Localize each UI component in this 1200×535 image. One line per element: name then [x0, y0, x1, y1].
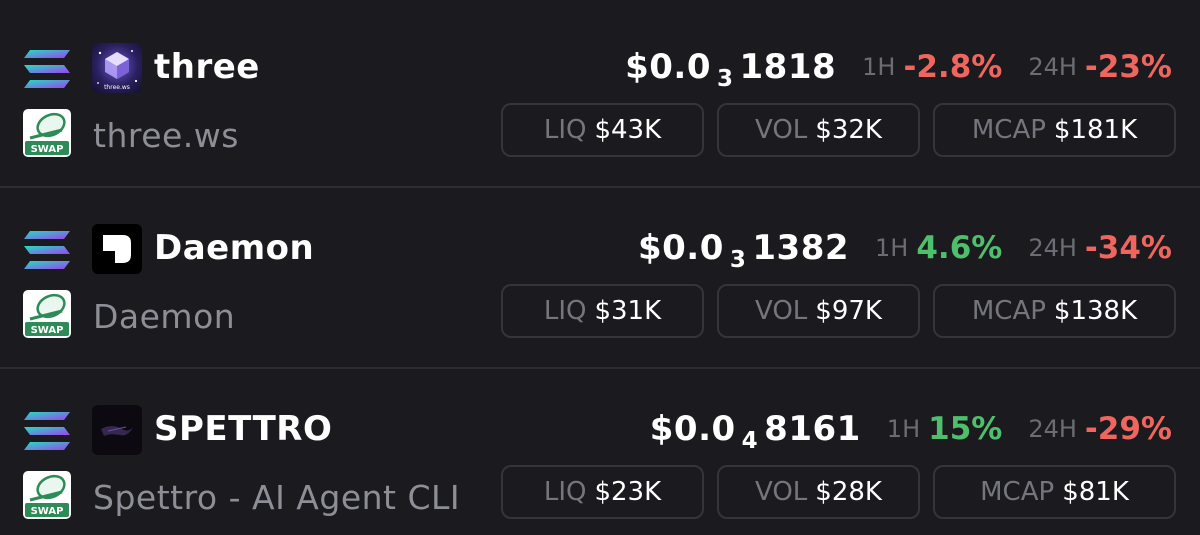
- price-prefix: $0.0: [625, 47, 711, 87]
- change-1h: -2.8%: [903, 49, 1003, 85]
- price-digits: 1818: [739, 47, 837, 87]
- token-price: $0.0 3 1818: [625, 47, 837, 92]
- change-24h: -34%: [1084, 230, 1172, 266]
- timeframe-24h-label: 24H: [1028, 53, 1077, 81]
- volume-pill: VOL $28K: [717, 465, 920, 519]
- token-price: $0.0 3 1382: [637, 228, 850, 273]
- token-stats: $0.0 3 1382 1H 4.6% 24H -34%: [638, 223, 1172, 273]
- token-row-daemon[interactable]: SWAP Daemon Daemon $0.0 3 1382 1H 4.6% 24H…: [0, 181, 1200, 363]
- timeframe-1h-label: 1H: [875, 234, 909, 262]
- liq-value: $43K: [594, 115, 662, 145]
- timeframe-24h-label: 24H: [1028, 415, 1077, 443]
- liquidity-pill: LIQ $23K: [501, 465, 704, 519]
- vol-label: VOL: [755, 477, 808, 507]
- liquidity-pill: LIQ $31K: [501, 284, 704, 338]
- mcap-value: $81K: [1062, 477, 1129, 507]
- token-row-spettro[interactable]: SWAP SPETTRO Spettro - AI Agent CLI $0.0…: [0, 362, 1200, 535]
- liq-label: LIQ: [543, 477, 587, 507]
- volume-pill: VOL $97K: [717, 284, 920, 338]
- three-logo-wordmark: three.ws: [104, 84, 130, 91]
- liq-value: $31K: [594, 296, 662, 326]
- price-prefix: $0.0: [649, 409, 736, 449]
- spettro-token-logo: [92, 405, 142, 455]
- price-zero-count: 4: [741, 428, 759, 454]
- change-24h: -29%: [1084, 411, 1172, 447]
- price-digits: 8161: [764, 409, 861, 449]
- swap-badge-label: SWAP: [31, 506, 64, 517]
- price-zero-count: 3: [729, 247, 747, 273]
- market-cap-pill: MCAP $138K: [933, 284, 1176, 338]
- change-1h: 4.6%: [916, 230, 1003, 266]
- token-name: three.ws: [93, 116, 239, 155]
- token-symbol: Daemon: [154, 228, 315, 268]
- token-symbol: SPETTRO: [154, 409, 333, 449]
- liq-label: LIQ: [543, 115, 587, 145]
- token-list: three.ws SWAP three three.ws $0.0 3 1818 1…: [0, 0, 1200, 535]
- timeframe-24h-label: 24H: [1028, 234, 1077, 262]
- vol-value: $32K: [815, 115, 882, 145]
- solana-chain-icon: [24, 231, 70, 269]
- mcap-label: MCAP: [980, 477, 1055, 507]
- liquidity-pill: LIQ $43K: [501, 103, 704, 157]
- vol-value: $97K: [815, 296, 882, 326]
- solana-chain-icon: [24, 412, 70, 450]
- vol-label: VOL: [755, 115, 808, 145]
- timeframe-1h-label: 1H: [862, 53, 896, 81]
- three-token-logo: three.ws: [92, 43, 142, 93]
- token-price: $0.0 4 8161: [649, 409, 861, 454]
- swap-badge-label: SWAP: [31, 144, 64, 155]
- swap-platform-icon: SWAP: [23, 471, 71, 519]
- token-metrics: LIQ $43K VOL $32K MCAP $181K: [501, 103, 1176, 157]
- price-prefix: $0.0: [637, 228, 724, 268]
- mcap-value: $138K: [1053, 296, 1138, 326]
- swap-badge-label: SWAP: [31, 325, 64, 336]
- token-stats: $0.0 4 8161 1H 15% 24H -29%: [650, 404, 1172, 454]
- mcap-label: MCAP: [971, 296, 1046, 326]
- volume-pill: VOL $32K: [717, 103, 920, 157]
- solana-chain-icon: [24, 50, 70, 88]
- token-name: Daemon: [93, 297, 236, 336]
- mcap-label: MCAP: [971, 115, 1046, 145]
- change-1h: 15%: [928, 411, 1003, 447]
- token-row-three[interactable]: three.ws SWAP three three.ws $0.0 3 1818 1…: [0, 0, 1200, 182]
- swap-platform-icon: SWAP: [23, 109, 71, 157]
- vol-label: VOL: [755, 296, 808, 326]
- token-metrics: LIQ $23K VOL $28K MCAP $81K: [501, 465, 1176, 519]
- price-digits: 1382: [752, 228, 850, 268]
- token-stats: $0.0 3 1818 1H -2.8% 24H -23%: [625, 42, 1172, 92]
- market-cap-pill: MCAP $181K: [933, 103, 1176, 157]
- token-symbol: three: [154, 47, 260, 87]
- liq-value: $23K: [594, 477, 662, 507]
- mcap-value: $181K: [1053, 115, 1138, 145]
- token-metrics: LIQ $31K VOL $97K MCAP $138K: [501, 284, 1176, 338]
- price-zero-count: 3: [717, 66, 734, 92]
- daemon-token-logo: [92, 224, 142, 274]
- change-24h: -23%: [1084, 49, 1172, 85]
- swap-platform-icon: SWAP: [23, 290, 71, 338]
- market-cap-pill: MCAP $81K: [933, 465, 1176, 519]
- liq-label: LIQ: [543, 296, 587, 326]
- timeframe-1h-label: 1H: [886, 415, 921, 443]
- token-name: Spettro - AI Agent CLI: [93, 478, 461, 517]
- vol-value: $28K: [815, 477, 882, 507]
